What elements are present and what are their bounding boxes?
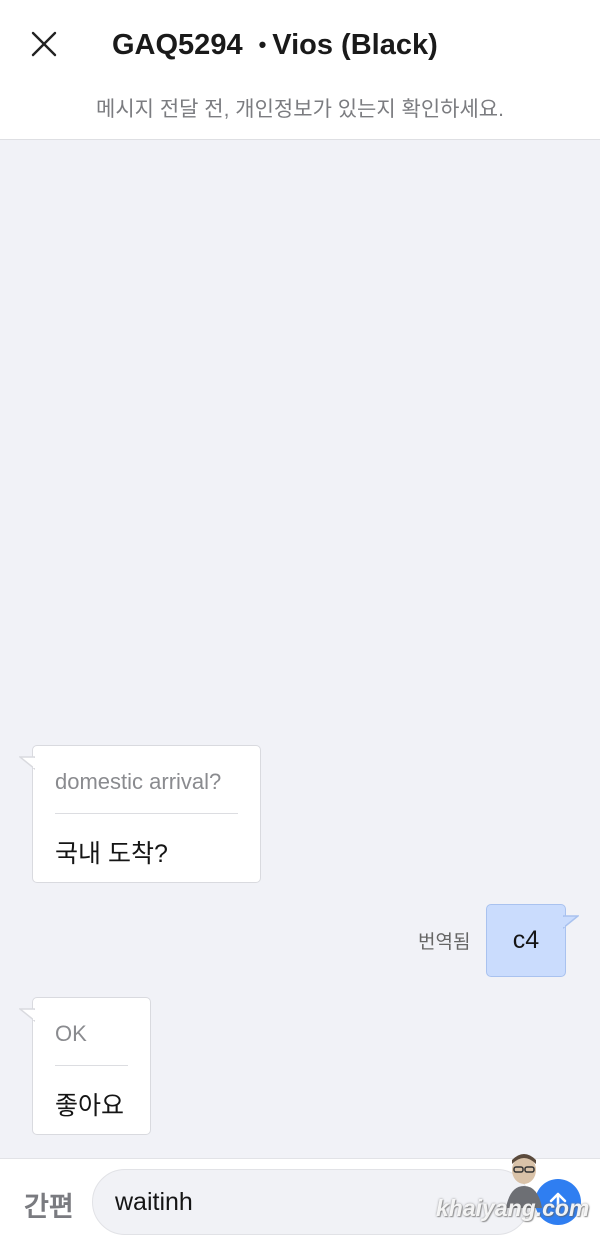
vehicle-name: Vios (Black)	[272, 28, 438, 61]
translated-tag: 번역됨	[418, 932, 471, 953]
watermark-text: khaiyang.com	[436, 1195, 590, 1221]
message-divider	[55, 813, 238, 814]
chat-header: GAQ5294 • Vios (Black) 메시지 전달 전, 개인정보가 있…	[0, 0, 600, 140]
quick-reply-button[interactable]: 간편	[24, 1185, 74, 1224]
message-outgoing: c4	[486, 904, 579, 977]
close-icon	[31, 31, 57, 57]
chat-title: GAQ5294 • Vios (Black)	[112, 24, 438, 66]
original-text: OK	[55, 1021, 87, 1046]
message-incoming: OK 좋아요	[19, 997, 151, 1135]
message-input-value: waitinh	[115, 1187, 193, 1216]
close-button[interactable]	[22, 22, 66, 66]
translated-text: 좋아요	[55, 1092, 125, 1120]
translated-text: 국내 도착?	[55, 840, 168, 868]
message-incoming: domestic arrival? 국내 도착?	[19, 745, 261, 883]
bubble-tail	[563, 915, 579, 929]
chat-screen: GAQ5294 • Vios (Black) 메시지 전달 전, 개인정보가 있…	[0, 0, 600, 1245]
plate-number: GAQ5294	[112, 28, 243, 61]
privacy-notice: 메시지 전달 전, 개인정보가 있는지 확인하세요.	[96, 98, 504, 121]
title-separator: •	[258, 32, 267, 57]
message-divider	[55, 1065, 128, 1066]
bubble-tail	[19, 756, 35, 770]
bubble-tail	[19, 1008, 35, 1022]
message-text: c4	[512, 926, 540, 954]
original-text: domestic arrival?	[55, 769, 222, 794]
